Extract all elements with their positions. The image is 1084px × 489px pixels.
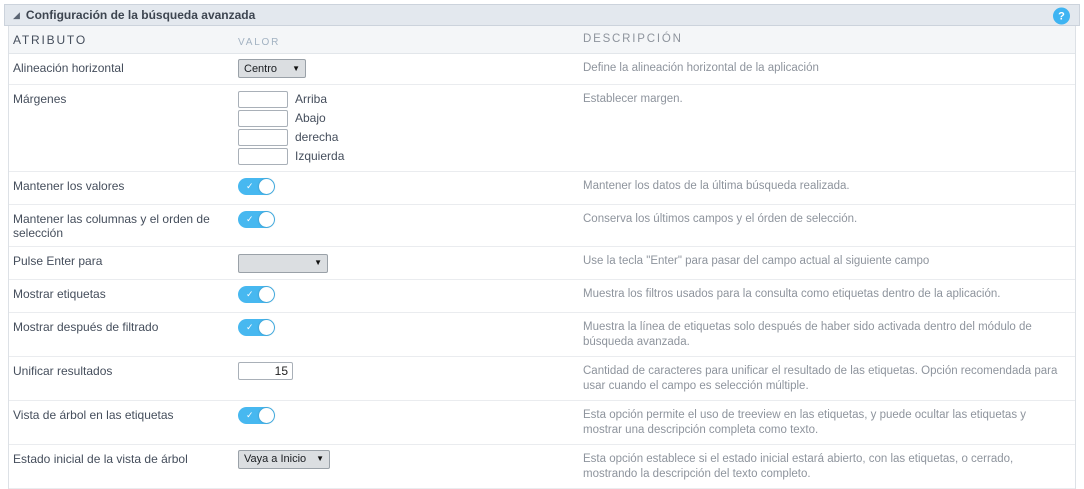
attribute-label: Alineación horizontal (13, 61, 124, 75)
collapse-triangle-icon[interactable]: ◢ (13, 10, 20, 20)
press-enter-to-select[interactable]: ▼ (238, 253, 328, 273)
attribute-label: Mostrar después de filtrado (13, 319, 159, 334)
margin-izquierda-input[interactable] (238, 147, 288, 165)
description-text: Muestra los filtros usados para la consu… (583, 287, 1001, 300)
toggle-knob (259, 179, 274, 194)
check-icon: ✓ (246, 288, 254, 299)
panel-header[interactable]: ◢ Configuración de la búsqueda avanzada … (4, 4, 1080, 26)
dropdown-arrow-icon: ▼ (292, 63, 300, 73)
attribute-label: Mantener los valores (13, 179, 125, 193)
table-row: Pulse Enter para ▼ Use la tecla "Enter" pa… (9, 247, 1075, 280)
table-row: Alineación horizontal Centro ▼ Define la al… (9, 54, 1075, 85)
dropdown-arrow-icon: ▼ (314, 258, 322, 267)
table-row: Mostrar etiquetas ✓ Muestra los filtros us… (9, 279, 1075, 313)
help-icon[interactable]: ? (1053, 7, 1070, 25)
description-text: Establecer margen. (583, 93, 683, 105)
unify-results-input[interactable] (238, 361, 293, 380)
table-row: Mantener los valores ✓ Mantener los datos … (9, 172, 1075, 205)
description-text: Esta opción establece si el estado inici… (583, 452, 1014, 480)
margin-arriba-input[interactable] (238, 90, 288, 108)
description-text: Define la alineación horizontal de la ap… (583, 62, 819, 74)
description-text: Cantidad de caracteres para unificar el … (583, 364, 1058, 392)
description-text: Mantener los datos de la última búsqueda… (583, 180, 850, 192)
treeview-initial-state-select[interactable]: Vaya a Inicio ▼ (238, 449, 331, 469)
table-row: Unificar resultados Cantidad de caractere… (9, 356, 1075, 401)
column-header-descripcion: DESCRIPCIÓN (583, 33, 683, 45)
select-value: Centro (244, 62, 278, 75)
margin-inputs-group: Arriba Abajo derecha Izquierda (238, 90, 575, 165)
attribute-label: Unificar resultados (13, 363, 113, 378)
check-icon: ✓ (246, 181, 254, 191)
margin-input-label: derecha (295, 130, 339, 144)
value-cell: ✓ (234, 280, 581, 312)
margin-input-row: Arriba (238, 90, 575, 108)
margin-input-label: Arriba (295, 92, 328, 106)
toggle-knob (259, 212, 274, 227)
table-row: Márgenes Arriba Abajo derecha Izquierda Estab… (9, 85, 1075, 172)
value-cell: Vaya a Inicio ▼ (234, 445, 581, 475)
select-value: Vaya a Inicio (244, 453, 307, 465)
toggle-knob (259, 319, 274, 335)
value-cell: ▼ (234, 247, 581, 279)
table-row: Estado inicial de la vista de árbol Vaya … (9, 444, 1075, 489)
panel-title: Configuración de la búsqueda avanzada (25, 8, 256, 22)
margin-derecha-input[interactable] (238, 128, 288, 146)
attribute-label: Márgenes (13, 92, 67, 106)
value-cell: Centro ▼ (234, 54, 581, 84)
description-text: Esta opción permite el uso de treeview e… (583, 408, 1027, 436)
margin-input-row: Abajo (238, 109, 575, 127)
attribute-label: Vista de árbol en las etiquetas (13, 407, 174, 422)
description-text: Muestra la línea de etiquetas solo despu… (583, 320, 1032, 348)
attribute-label: Mostrar etiquetas (13, 286, 106, 301)
keep-columns-order-toggle[interactable]: ✓ (238, 211, 275, 228)
horizontal-alignment-select[interactable]: Centro ▼ (238, 59, 306, 78)
value-cell: Arriba Abajo derecha Izquierda (234, 85, 581, 171)
margin-input-label: Abajo (295, 111, 326, 125)
config-table: ATRIBUTO VALOR DESCRIPCIÓN Alineación ho… (8, 26, 1076, 489)
table-row: Vista de árbol en las etiquetas ✓ Esta opc… (9, 400, 1075, 445)
value-cell (234, 357, 581, 386)
margin-input-label: Izquierda (295, 149, 345, 163)
description-text: Use la tecla "Enter" para pasar del camp… (583, 255, 930, 267)
dropdown-arrow-icon: ▼ (316, 454, 325, 463)
column-header-atributo: ATRIBUTO (13, 32, 87, 47)
check-icon: ✓ (246, 409, 254, 420)
toggle-knob (259, 286, 274, 302)
table-row: Mantener las columnas y el orden de sele… (9, 205, 1075, 247)
attribute-label: Estado inicial de la vista de árbol (13, 451, 188, 466)
margin-input-row: derecha (238, 128, 575, 146)
table-header-row: ATRIBUTO VALOR DESCRIPCIÓN (9, 26, 1075, 54)
margin-input-row: Izquierda (238, 147, 575, 165)
value-cell: ✓ (234, 172, 581, 204)
attribute-label: Pulse Enter para (13, 254, 103, 268)
treeview-tags-toggle[interactable]: ✓ (238, 406, 275, 424)
check-icon: ✓ (246, 214, 254, 224)
value-cell: ✓ (234, 401, 581, 433)
value-cell: ✓ (234, 313, 581, 345)
check-icon: ✓ (246, 321, 254, 332)
show-after-filtering-toggle[interactable]: ✓ (238, 318, 275, 336)
description-text: Conserva los últimos campos y el órden d… (583, 213, 858, 225)
show-tags-toggle[interactable]: ✓ (238, 285, 275, 303)
margin-abajo-input[interactable] (238, 109, 288, 127)
keep-values-toggle[interactable]: ✓ (238, 178, 275, 195)
attribute-label: Mantener las columnas y el orden de sele… (13, 212, 210, 240)
column-header-valor: VALOR (238, 36, 281, 48)
value-cell: ✓ (234, 205, 581, 237)
toggle-knob (259, 407, 274, 423)
advanced-search-config-panel: ◢ Configuración de la búsqueda avanzada … (4, 4, 1080, 489)
table-row: Mostrar después de filtrado ✓ Muestra la l… (9, 312, 1075, 357)
